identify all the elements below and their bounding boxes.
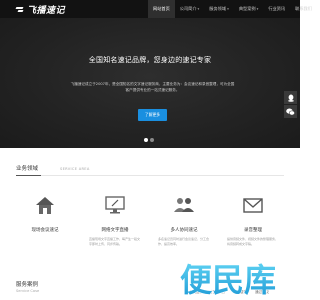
nav-item-contact[interactable]: 联系我们 xyxy=(290,0,317,18)
service-card-transcription[interactable]: 录音整理 提供音频文件、视频文件的整理服务，将音频转成文字稿。 xyxy=(224,193,282,246)
nav-label: 公司简介 xyxy=(179,6,197,11)
hero-title: 全国知名速记品牌，您身边的速记专家 xyxy=(88,56,212,64)
envelope-icon xyxy=(241,193,265,217)
slider-dots xyxy=(144,138,154,142)
nav-item-about[interactable]: 公司简介 ▾ xyxy=(175,0,205,18)
cases-heading: 服务案例 Service Case xyxy=(16,280,39,293)
nav-item-home[interactable]: 网站首页 xyxy=(148,0,175,18)
services-subtitle: SERVICE AREA xyxy=(60,167,90,171)
nav-label: 典型案例 xyxy=(238,6,256,11)
hero-description: 飞播速记成立于2007年，是全国知名的文字速记服务商，主要业务为：会议速记和录音… xyxy=(70,82,235,92)
service-title: 现场会议速记 xyxy=(31,228,59,233)
services-heading: 业务领域 SERVICE AREA xyxy=(16,164,90,172)
service-title: 多人协同速记 xyxy=(170,228,198,233)
nav-label: 联系我们 xyxy=(295,6,312,11)
top-header: 飞播速记 网站首页 公司简介 ▾ 服务领域 ▾ 典型案例 ▾ 行业资讯 联系我们 xyxy=(0,0,312,18)
nav-item-services[interactable]: 服务领域 ▾ xyxy=(204,0,234,18)
floating-toolbar xyxy=(284,91,297,119)
nav-label: 网站首页 xyxy=(153,6,170,11)
service-card-collab[interactable]: 多人协同速记 多名速记员同时进行会议速记，分工合作，提高效率。 xyxy=(155,193,213,246)
slider-dot[interactable] xyxy=(144,138,148,142)
section-divider xyxy=(16,175,284,176)
chevron-down-icon: ▾ xyxy=(227,7,229,11)
hero-banner: 全国知名速记品牌，您身边的速记专家 飞播速记成立于2007年，是全国知名的文字速… xyxy=(0,18,300,148)
site-logo[interactable]: 飞播速记 xyxy=(16,3,66,16)
house-icon xyxy=(33,193,57,217)
services-title: 业务领域 xyxy=(16,166,39,172)
wechat-button[interactable] xyxy=(284,105,297,118)
nav-item-news[interactable]: 行业资讯 xyxy=(263,0,290,18)
people-icon xyxy=(172,193,196,217)
chevron-down-icon: ▾ xyxy=(197,7,200,11)
wechat-icon xyxy=(286,108,295,115)
monitor-icon xyxy=(103,193,127,217)
cases-title: 服务案例 xyxy=(16,282,39,288)
slider-dot[interactable] xyxy=(150,138,154,142)
service-desc: 提供音频文件、视频文件的整理服务，将音频转成文字稿。 xyxy=(227,237,279,246)
service-card-onsite[interactable]: 现场会议速记 xyxy=(16,193,74,237)
main-nav: 网站首页 公司简介 ▾ 服务领域 ▾ 典型案例 ▾ 行业资讯 联系我们 xyxy=(148,0,317,18)
learn-more-button[interactable]: 了解更多 xyxy=(138,109,167,121)
service-card-live[interactable]: 网络文字直播 直播现场文字直播工作，每产生一段文字即时上传，同步传输。 xyxy=(86,193,144,246)
section-divider-accent xyxy=(16,174,41,176)
logo-text: 飞播速记 xyxy=(27,5,66,16)
service-desc: 多名速记员同时进行会议速记，分工合作，提高效率。 xyxy=(158,237,210,246)
qq-button[interactable] xyxy=(284,91,297,104)
nav-item-cases[interactable]: 典型案例 ▾ xyxy=(234,0,264,18)
svg-text:便民库: 便民库 xyxy=(180,261,276,299)
chevron-down-icon: ▾ xyxy=(256,7,259,11)
service-desc: 直播现场文字直播工作，每产生一段文字即时上传，同步传输。 xyxy=(89,237,141,246)
service-title: 录音整理 xyxy=(244,228,262,233)
cases-subtitle: Service Case xyxy=(16,289,40,293)
watermark-logo: 便民库 xyxy=(179,260,276,299)
nav-label: 行业资讯 xyxy=(268,6,286,11)
service-title: 网络文字直播 xyxy=(101,228,129,233)
qq-icon xyxy=(287,94,294,102)
logo-mark-icon xyxy=(16,5,25,14)
nav-label: 服务领域 xyxy=(209,6,227,11)
